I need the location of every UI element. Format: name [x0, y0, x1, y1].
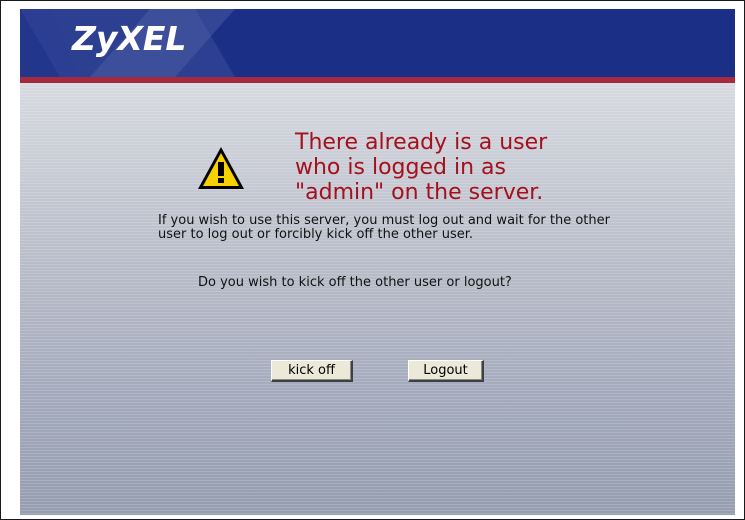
header-bar: ZyXEL — [20, 9, 735, 77]
background-texture — [20, 9, 735, 515]
login-conflict-page: ZyXEL There already is a user who is log… — [20, 9, 735, 515]
header-accent-rule — [20, 77, 735, 83]
kick-off-button[interactable]: kick off — [271, 360, 353, 382]
headline-line: who is logged in as — [295, 155, 506, 180]
headline-line: "admin" on the server. — [295, 180, 544, 205]
warning-headline: There already is a user who is logged in… — [295, 130, 615, 205]
logout-button[interactable]: Logout — [408, 360, 484, 382]
instruction-text: If you wish to use this server, you must… — [158, 213, 610, 242]
headline-line: There already is a user — [295, 130, 548, 155]
zyxel-logo: ZyXEL — [72, 19, 187, 58]
screenshot-frame: ZyXEL There already is a user who is log… — [0, 0, 745, 520]
question-text: Do you wish to kick off the other user o… — [198, 275, 512, 290]
warning-triangle-icon — [198, 147, 244, 189]
